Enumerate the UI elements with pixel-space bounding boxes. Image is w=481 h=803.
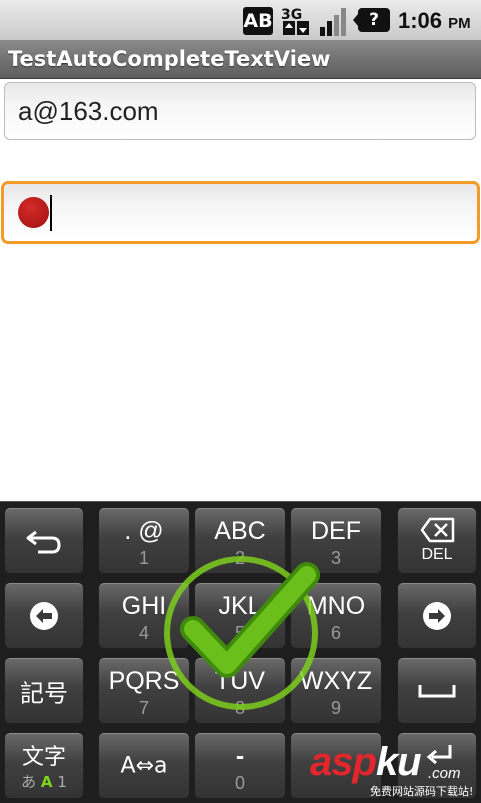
enter-key[interactable] [397, 732, 477, 799]
key-9[interactable]: WXYZ 9 [290, 657, 382, 724]
signal-strength-icon [318, 5, 350, 37]
key-5[interactable]: JKL 5 [194, 582, 286, 649]
key-label: WXYZ [299, 667, 373, 695]
left-arrow-circle-icon [30, 601, 58, 630]
delete-key-label: DEL [421, 546, 453, 563]
key-label: PQRS [108, 667, 180, 695]
key-sublabel: 7 [138, 698, 149, 718]
key-3[interactable]: DEF 3 [290, 507, 382, 574]
back-key[interactable] [4, 507, 84, 574]
key-label: - [235, 742, 245, 770]
return-arrow-icon [26, 530, 61, 553]
key-2[interactable]: ABC 2 [194, 507, 286, 574]
blank-key[interactable] [290, 732, 382, 799]
alpha-mode-active: A [40, 773, 53, 791]
key-sublabel: 4 [138, 623, 149, 643]
right-arrow-circle-icon [423, 601, 451, 630]
key-sublabel: 1 [138, 548, 149, 568]
case-toggle-key[interactable]: A⇔a [98, 732, 190, 799]
clock-ampm: PM [448, 15, 471, 32]
key-6[interactable]: MNO 6 [290, 582, 382, 649]
key-label: GHI [121, 592, 167, 620]
key-4[interactable]: GHI 4 [98, 582, 190, 649]
space-key[interactable] [397, 657, 477, 724]
key-label: JKL [218, 592, 262, 620]
question-icon: ? [353, 8, 390, 32]
numeric-mode: 1 [57, 773, 67, 791]
space-icon [418, 684, 456, 697]
key-sublabel: 2 [234, 548, 245, 568]
app-title-bar: TestAutoCompleteTextView [0, 40, 481, 79]
key-sublabel: 6 [330, 623, 341, 643]
cursor-right-key[interactable] [397, 582, 477, 649]
key-label: TUV [215, 667, 265, 695]
input-mode-key[interactable]: 文字 あ A 1 [4, 732, 84, 799]
key-1[interactable]: . @ 1 [98, 507, 190, 574]
focused-text-field[interactable] [1, 181, 480, 244]
text-cursor [50, 195, 52, 231]
symbol-key-label: 記号 [20, 679, 68, 707]
hiragana-mode: あ [21, 773, 37, 791]
input-mode-label: 文字 [21, 745, 66, 770]
network-3g-icon: 3G [280, 5, 312, 37]
email-field-value: a@163.com [18, 96, 159, 126]
backspace-icon [420, 517, 455, 543]
key-label: DEF [311, 517, 361, 545]
key-label: . @ [124, 517, 164, 545]
key-sublabel: 3 [330, 548, 341, 568]
clock: 1:06 PM [398, 8, 471, 34]
key-sublabel: 8 [234, 698, 245, 718]
enter-icon [426, 745, 452, 765]
key-7[interactable]: PQRS 7 [98, 657, 190, 724]
email-autocomplete-field[interactable]: a@163.com [4, 82, 476, 140]
network-type-label: 3G [281, 7, 302, 23]
symbol-key[interactable]: 記号 [4, 657, 84, 724]
input-mode-options: あ A 1 [5, 771, 83, 792]
clock-time: 1:06 [398, 8, 443, 33]
delete-key[interactable]: DEL [397, 507, 477, 574]
key-sublabel: 9 [330, 698, 341, 718]
status-bar: AB 3G ? 1:06 PM [0, 0, 481, 40]
key-0[interactable]: - 0 [194, 732, 286, 799]
input-mode-indicator: AB [243, 7, 273, 35]
key-label: MNO [306, 592, 366, 620]
key-label: ABC [214, 517, 266, 545]
record-dot-icon [18, 197, 49, 228]
case-toggle-label: A⇔a [120, 753, 168, 778]
key-8[interactable]: TUV 8 [194, 657, 286, 724]
app-title: TestAutoCompleteTextView [8, 47, 331, 71]
key-sublabel: 5 [234, 623, 245, 643]
cursor-left-key[interactable] [4, 582, 84, 649]
key-sublabel: 0 [234, 773, 245, 793]
